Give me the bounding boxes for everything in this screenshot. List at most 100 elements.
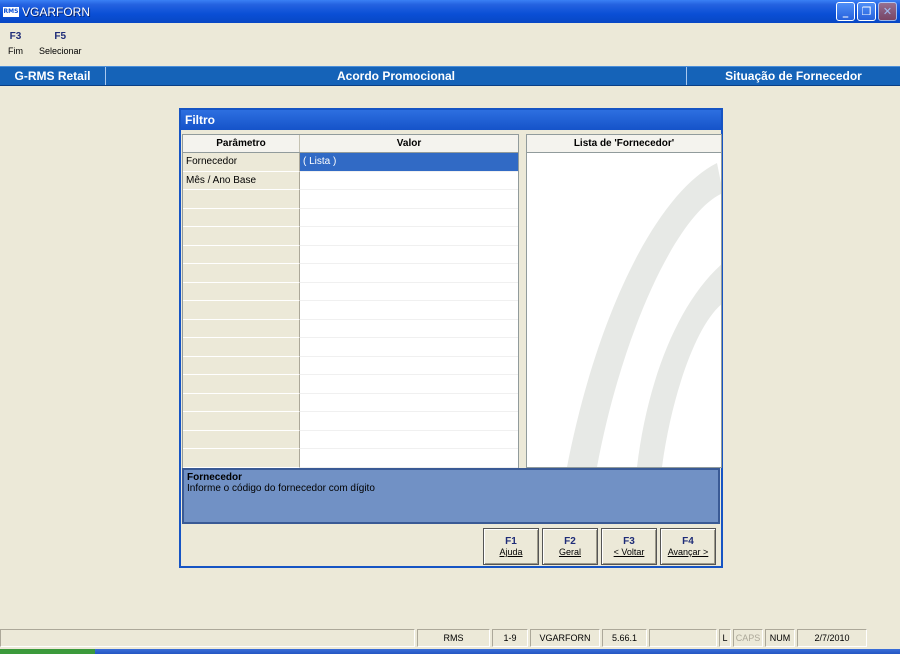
value-cell: [300, 394, 518, 412]
status-program: VGARFORN: [530, 629, 600, 647]
button-label: Geral: [558, 547, 581, 557]
param-cell: [183, 227, 300, 246]
value-cell: [300, 375, 518, 394]
param-cell: Mês / Ano Base: [183, 171, 300, 190]
toolbar-label: Selecionar: [39, 46, 82, 56]
param-cell: [183, 375, 300, 394]
value-cell: [300, 431, 518, 449]
value-cell: [300, 190, 518, 209]
minimize-button[interactable]: _: [836, 2, 855, 21]
button-label: Avançar >: [667, 547, 709, 557]
restore-button[interactable]: ❐: [857, 2, 876, 21]
header-parameter: Parâmetro: [183, 135, 300, 152]
status-blank: [649, 629, 717, 647]
list-title: Lista de 'Fornecedor': [527, 135, 721, 153]
value-cell[interactable]: ( Lista ): [300, 153, 518, 172]
header-band: G-RMS Retail Acordo Promocional Situação…: [0, 66, 900, 86]
value-cell: [300, 320, 518, 338]
grid-row: [183, 356, 518, 375]
toolbar-key: F5: [54, 31, 67, 42]
grid-row: [183, 412, 518, 431]
app-icon: RMS: [3, 6, 19, 17]
param-cell: [183, 208, 300, 227]
dialog-title: Filtro: [181, 110, 721, 130]
toolbar-label: Fim: [8, 46, 23, 56]
parameter-grid: Parâmetro Valor Fornecedor ( Lista ) Mês…: [182, 134, 519, 468]
value-cell: [300, 264, 518, 283]
param-cell: [183, 264, 300, 283]
grid-row[interactable]: Mês / Ano Base: [183, 171, 518, 190]
button-key: F4: [682, 536, 694, 547]
toolbar-exit-button[interactable]: F3 Fim: [0, 30, 31, 62]
grid-row: [183, 208, 518, 227]
param-cell: [183, 356, 300, 375]
grid-row: [183, 190, 518, 209]
toolbar-select-button[interactable]: F5 Selecionar: [31, 30, 90, 62]
help-text: Informe o código do fornecedor com dígit…: [187, 483, 375, 494]
grid-row: [183, 449, 518, 468]
status-message: [0, 629, 415, 647]
value-cell[interactable]: [300, 172, 518, 190]
next-button[interactable]: F4 Avançar >: [660, 528, 716, 565]
value-cell: [300, 357, 518, 375]
param-cell: [183, 319, 300, 338]
title-bar: RMS VGARFORN _ ❐ ✕: [0, 0, 900, 23]
grid-row: [183, 227, 518, 246]
param-cell: [183, 412, 300, 431]
param-cell: [183, 393, 300, 412]
header-value: Valor: [300, 135, 518, 152]
status-num: NUM: [765, 629, 795, 647]
general-button[interactable]: F2 Geral: [542, 528, 598, 565]
window-title: VGARFORN: [22, 4, 91, 19]
help-button[interactable]: F1 Ajuda: [483, 528, 539, 565]
status-system: RMS: [417, 629, 490, 647]
value-cell: [300, 283, 518, 301]
value-cell: [300, 301, 518, 320]
grid-row: [183, 282, 518, 301]
param-cell: [183, 190, 300, 209]
grid-row: [183, 375, 518, 394]
button-key: F2: [564, 536, 576, 547]
band-screen: Situação de Fornecedor: [725, 69, 862, 83]
help-panel: Fornecedor Informe o código do fornecedo…: [182, 468, 720, 524]
param-cell: Fornecedor: [183, 153, 300, 172]
grid-row: [183, 393, 518, 412]
supplier-list[interactable]: Lista de 'Fornecedor': [526, 134, 722, 468]
param-cell: [183, 282, 300, 301]
button-label: < Voltar: [613, 547, 645, 557]
watermark-graphic: [567, 163, 721, 467]
status-version: 5.66.1: [602, 629, 647, 647]
button-label: Ajuda: [499, 547, 523, 557]
status-l: L: [719, 629, 731, 647]
filter-dialog: Filtro Parâmetro Valor Fornecedor ( List…: [179, 108, 723, 568]
param-cell: [183, 338, 300, 357]
value-cell: [300, 338, 518, 357]
status-date: 2/7/2010: [797, 629, 867, 647]
param-cell: [183, 449, 300, 468]
status-range: 1-9: [492, 629, 528, 647]
toolbar-key: F3: [9, 31, 22, 42]
value-cell: [300, 246, 518, 264]
grid-row[interactable]: Fornecedor ( Lista ): [183, 153, 518, 172]
value-cell: [300, 412, 518, 431]
param-cell: [183, 245, 300, 264]
value-cell: [300, 449, 518, 468]
back-button[interactable]: F3 < Voltar: [601, 528, 657, 565]
start-button[interactable]: [0, 649, 95, 654]
button-key: F3: [623, 536, 635, 547]
value-cell: [300, 209, 518, 227]
grid-row: [183, 319, 518, 338]
value-cell: [300, 227, 518, 246]
status-bar: RMS 1-9 VGARFORN 5.66.1 L CAPS NUM 2/7/2…: [0, 628, 900, 648]
taskbar: [0, 649, 900, 654]
help-title: Fornecedor: [187, 472, 243, 483]
close-button[interactable]: ✕: [878, 2, 897, 21]
grid-row: [183, 245, 518, 264]
param-cell: [183, 301, 300, 320]
status-caps: CAPS: [733, 629, 763, 647]
param-cell: [183, 430, 300, 449]
grid-row: [183, 264, 518, 283]
band-module: Acordo Promocional: [106, 67, 687, 85]
function-key-toolbar: F3 Fim F5 Selecionar: [0, 30, 90, 62]
band-product: G-RMS Retail: [0, 67, 106, 85]
